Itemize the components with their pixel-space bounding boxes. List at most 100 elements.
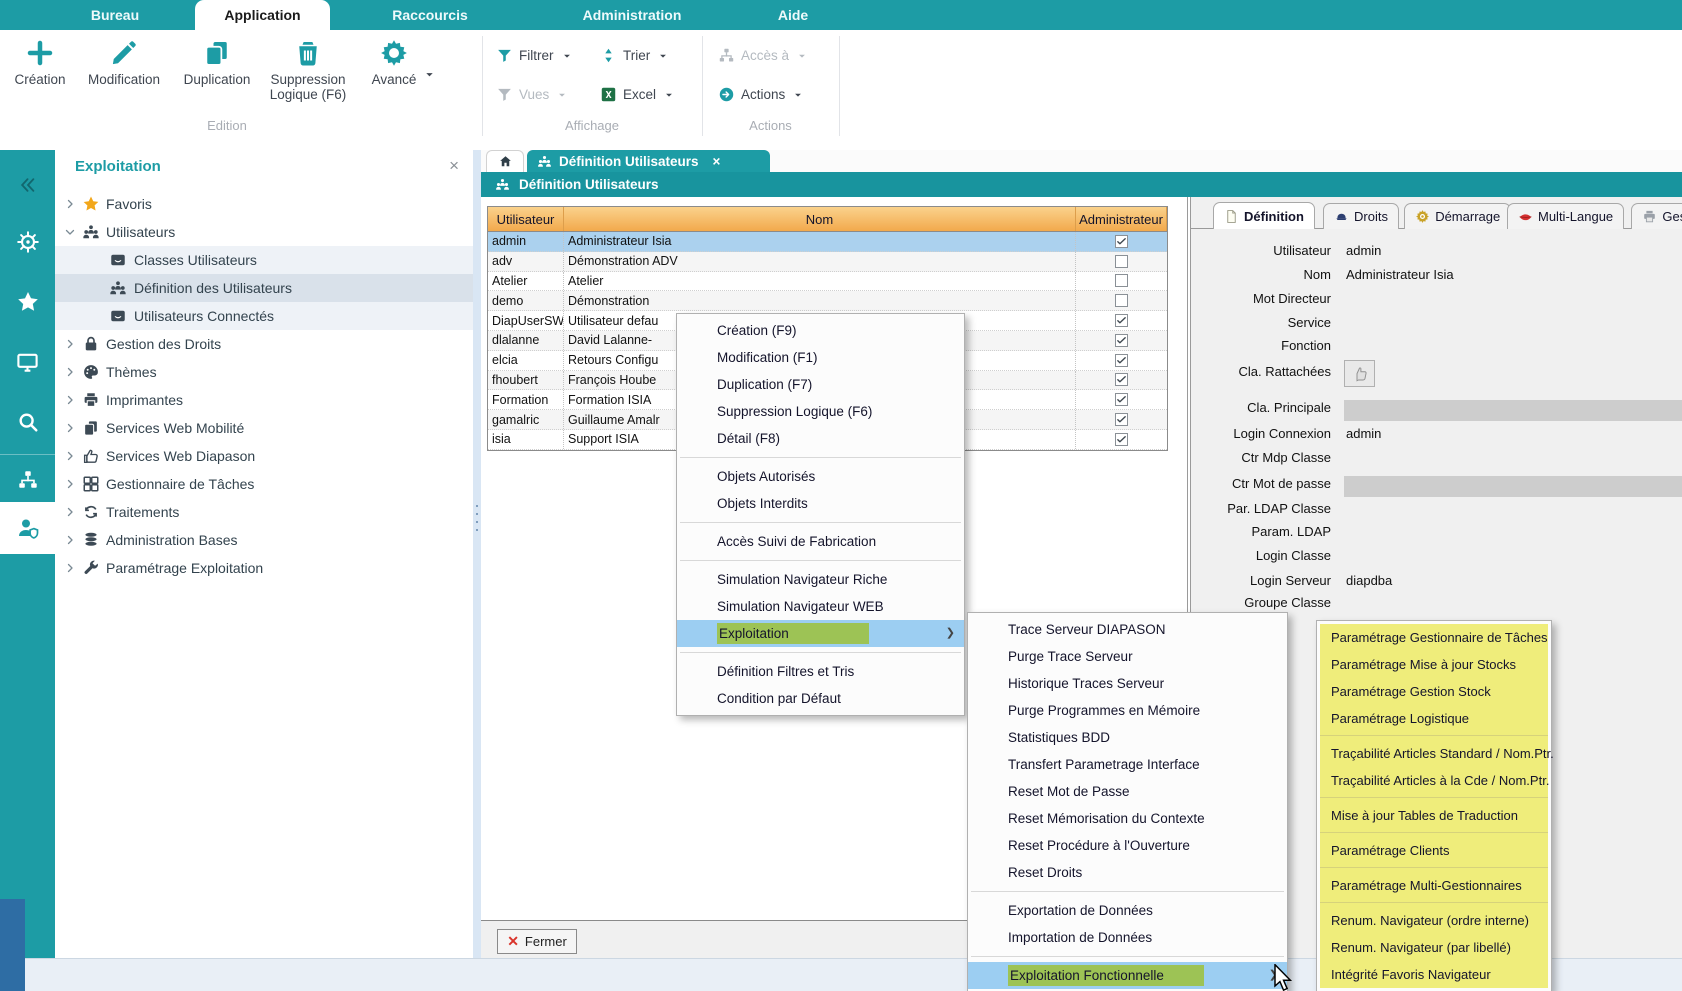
ribbon-button-plus[interactable]: Création [5, 38, 75, 87]
tab-definition-utilisateurs[interactable]: Définition Utilisateurs× [527, 150, 770, 172]
menu-item-exploitation-fonctionnelle[interactable]: Exploitation Fonctionnelle❯ [968, 962, 1287, 989]
admin-checkbox[interactable] [1115, 274, 1128, 287]
menu-item-objets-interdits[interactable]: Objets Interdits [677, 490, 964, 517]
menu-item-importation-de-donn-es[interactable]: Importation de Données [968, 924, 1287, 951]
admin-checkbox[interactable] [1115, 294, 1128, 307]
menu-item-acc-s-suivi-de-fabrication[interactable]: Accès Suivi de Fabrication [677, 528, 964, 555]
menu-item-reset-droits[interactable]: Reset Droits [968, 859, 1287, 886]
sidebar-item-classes-utilisateurs[interactable]: Classes Utilisateurs [55, 246, 473, 274]
menubar-tab-application[interactable]: Application [195, 0, 330, 30]
menubar-tab-raccourcis[interactable]: Raccourcis [392, 0, 467, 30]
ribbon-button-excel[interactable]: Excel [600, 86, 674, 103]
admin-checkbox[interactable] [1115, 235, 1128, 248]
admin-checkbox[interactable] [1115, 393, 1128, 406]
admin-checkbox[interactable] [1115, 354, 1128, 367]
menubar-tab-aide[interactable]: Aide [778, 0, 808, 30]
menu-item-transfert-parametrage-interface[interactable]: Transfert Parametrage Interface [968, 751, 1287, 778]
tab-multi-langue[interactable]: Multi-Langue [1507, 203, 1624, 229]
chevron-right-icon[interactable] [64, 198, 78, 210]
chevron-right-icon[interactable] [64, 394, 78, 406]
menu-item-param-trage-gestion-stock[interactable]: Paramétrage Gestion Stock [1320, 678, 1548, 705]
sidebar-item-d-finition-des-utilisateurs[interactable]: Définition des Utilisateurs [55, 274, 473, 302]
menu-item-renum-navigateur-par-libell-[interactable]: Renum. Navigateur (par libellé) [1320, 934, 1548, 961]
chevron-right-icon[interactable] [64, 562, 78, 574]
menu-item-exportation-de-donn-es[interactable]: Exportation de Données [968, 897, 1287, 924]
ribbon-button-filtrer[interactable]: Filtrer [496, 47, 572, 64]
tab-d-marrage[interactable]: Démarrage [1404, 203, 1511, 229]
chevron-down-icon[interactable] [64, 226, 78, 238]
menu-item-tra-abilit-articles-standard-nom-ptr-[interactable]: Traçabilité Articles Standard / Nom.Ptr. [1320, 740, 1548, 767]
rail-collapse-icon[interactable] [0, 165, 55, 205]
menu-item-param-trage-multi-gestionnaires[interactable]: Paramétrage Multi-Gestionnaires [1320, 872, 1548, 899]
close-icon[interactable]: × [713, 154, 721, 169]
menu-item-suppression-logique-f6-[interactable]: Suppression Logique (F6) [677, 398, 964, 425]
menu-item-mise-jour-tables-de-traduction[interactable]: Mise à jour Tables de Traduction [1320, 802, 1548, 829]
menu-item-reset-proc-dure-l-ouverture[interactable]: Reset Procédure à l'Ouverture [968, 832, 1287, 859]
sidebar-item-th-mes[interactable]: Thèmes [55, 358, 473, 386]
hand-picker-button[interactable] [1344, 360, 1375, 387]
ribbon-button-trash[interactable]: Suppression Logique (F6) [256, 38, 360, 102]
chevron-right-icon[interactable] [64, 478, 78, 490]
sidebar-item-gestion-des-droits[interactable]: Gestion des Droits [55, 330, 473, 358]
table-row[interactable]: AtelierAtelier [488, 272, 1167, 292]
sidebar-item-param-trage-exploitation[interactable]: Paramétrage Exploitation [55, 554, 473, 582]
ribbon-button-trier[interactable]: Trier [600, 47, 668, 64]
column-header-administrateur[interactable]: Administrateur [1076, 207, 1167, 231]
admin-checkbox[interactable] [1115, 413, 1128, 426]
admin-checkbox[interactable] [1115, 314, 1128, 327]
ribbon-button-pencil[interactable]: Modification [74, 38, 174, 87]
menu-item-trace-serveur-diapason[interactable]: Trace Serveur DIAPASON [968, 616, 1287, 643]
chevron-right-icon[interactable] [64, 450, 78, 462]
chevron-right-icon[interactable] [64, 422, 78, 434]
rail-star-icon[interactable] [0, 282, 55, 322]
menu-item-duplication-f7-[interactable]: Duplication (F7) [677, 371, 964, 398]
rail-user-shield-icon[interactable] [0, 508, 55, 548]
tab-droits[interactable]: Droits [1323, 203, 1399, 229]
sidebar-item-gestionnaire-de-t-ches[interactable]: Gestionnaire de Tâches [55, 470, 473, 498]
admin-checkbox[interactable] [1115, 373, 1128, 386]
sidebar-item-traitements[interactable]: Traitements [55, 498, 473, 526]
sidebar-item-utilisateurs[interactable]: Utilisateurs [55, 218, 473, 246]
menubar-tab-administration[interactable]: Administration [583, 0, 682, 30]
menu-item-modification-f1-[interactable]: Modification (F1) [677, 344, 964, 371]
admin-checkbox[interactable] [1115, 334, 1128, 347]
table-row[interactable]: demoDémonstration [488, 291, 1167, 311]
panel-splitter[interactable] [473, 150, 481, 958]
menu-item-simulation-navigateur-riche[interactable]: Simulation Navigateur Riche [677, 566, 964, 593]
menu-item-cr-ation-f9-[interactable]: Création (F9) [677, 317, 964, 344]
ribbon-button-gear[interactable]: Avancé [361, 38, 427, 87]
chevron-right-icon[interactable] [64, 506, 78, 518]
rail-monitor-icon[interactable] [0, 342, 55, 382]
menu-item-purge-trace-serveur[interactable]: Purge Trace Serveur [968, 643, 1287, 670]
admin-checkbox[interactable] [1115, 255, 1128, 268]
table-row[interactable]: adminAdministrateur Isia [488, 232, 1167, 252]
column-header-nom[interactable]: Nom [564, 207, 1076, 231]
ribbon-button-actions[interactable]: Actions [718, 86, 803, 103]
menu-item-historique-traces-serveur[interactable]: Historique Traces Serveur [968, 670, 1287, 697]
menu-item-exploitation[interactable]: Exploitation❯ [677, 620, 964, 647]
column-header-utilisateur[interactable]: Utilisateur [488, 207, 564, 231]
sidebar-item-services-web-diapason[interactable]: Services Web Diapason [55, 442, 473, 470]
fermer-button[interactable]: ✕Fermer [497, 929, 577, 954]
tab-home[interactable] [486, 150, 524, 172]
menu-item-param-trage-mise-jour-stocks[interactable]: Paramétrage Mise à jour Stocks [1320, 651, 1548, 678]
menu-item-param-trage-logistique[interactable]: Paramétrage Logistique [1320, 705, 1548, 732]
menu-item-d-finition-filtres-et-tris[interactable]: Définition Filtres et Tris [677, 658, 964, 685]
menu-item-tra-abilit-articles-la-cde-nom-ptr-[interactable]: Traçabilité Articles à la Cde / Nom.Ptr. [1320, 767, 1548, 794]
menu-item-simulation-navigateur-web[interactable]: Simulation Navigateur WEB [677, 593, 964, 620]
rail-sitemap-icon[interactable] [0, 460, 55, 500]
menu-item-param-trage-clients[interactable]: Paramétrage Clients [1320, 837, 1548, 864]
sidebar-item-favoris[interactable]: Favoris [55, 190, 473, 218]
sidebar-item-imprimantes[interactable]: Imprimantes [55, 386, 473, 414]
chevron-right-icon[interactable] [64, 534, 78, 546]
menu-item-reset-mot-de-passe[interactable]: Reset Mot de Passe [968, 778, 1287, 805]
sidebar-item-utilisateurs-connect-s[interactable]: Utilisateurs Connectés [55, 302, 473, 330]
tab-d-finition[interactable]: Définition [1213, 202, 1315, 229]
menu-item-purge-programmes-en-m-moire[interactable]: Purge Programmes en Mémoire [968, 697, 1287, 724]
menu-item-renum-navigateur-ordre-interne-[interactable]: Renum. Navigateur (ordre interne) [1320, 907, 1548, 934]
menu-item-statistiques-bdd[interactable]: Statistiques BDD [968, 724, 1287, 751]
admin-checkbox[interactable] [1115, 433, 1128, 446]
rail-search-icon[interactable] [0, 402, 55, 442]
menu-item-int-grit-favoris-navigateur[interactable]: Intégrité Favoris Navigateur [1320, 961, 1548, 988]
sidebar-item-services-web-mobilit-[interactable]: Services Web Mobilité [55, 414, 473, 442]
